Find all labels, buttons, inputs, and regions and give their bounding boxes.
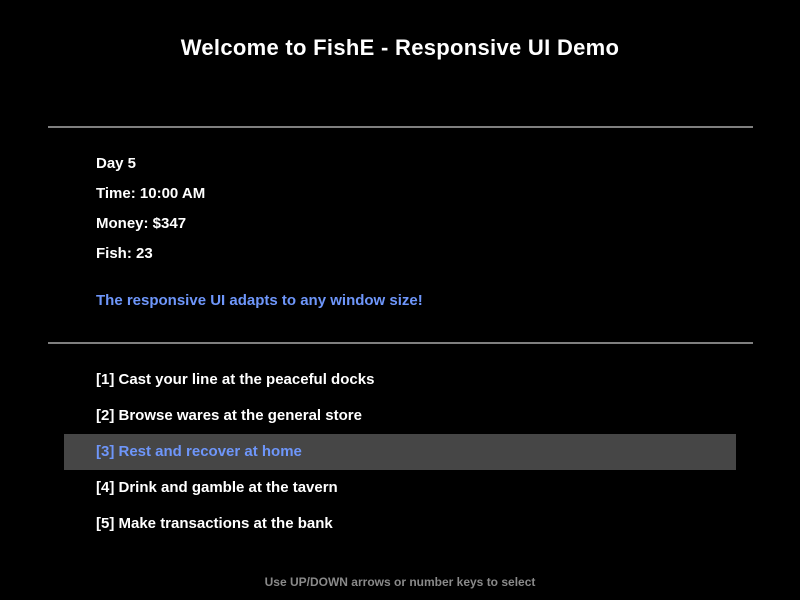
menu-item-home[interactable]: [3] Rest and recover at home bbox=[64, 434, 736, 470]
middle-divider bbox=[48, 342, 753, 344]
controls-hint: Use UP/DOWN arrows or number keys to sel… bbox=[264, 575, 536, 589]
menu-item-label: [4] Drink and gamble at the tavern bbox=[96, 479, 338, 496]
game-title: Welcome to FishE - Responsive UI Demo bbox=[180, 35, 620, 60]
menu-item-label: [3] Rest and recover at home bbox=[96, 443, 302, 460]
menu-item-tavern[interactable]: [4] Drink and gamble at the tavern bbox=[64, 470, 736, 506]
menu-item-store[interactable]: [2] Browse wares at the general store bbox=[64, 398, 736, 434]
menu-item-label: [1] Cast your line at the peaceful docks bbox=[96, 371, 375, 388]
money-stat: Money: $347 bbox=[96, 215, 187, 232]
fish-stat: Fish: 23 bbox=[96, 245, 153, 262]
tagline-message: The responsive UI adapts to any window s… bbox=[96, 292, 423, 309]
menu-item-label: [5] Make transactions at the bank bbox=[96, 515, 333, 532]
top-divider bbox=[48, 126, 753, 128]
menu-item-docks[interactable]: [1] Cast your line at the peaceful docks bbox=[64, 362, 736, 398]
menu-item-bank[interactable]: [5] Make transactions at the bank bbox=[64, 506, 736, 542]
day-stat: Day 5 bbox=[96, 155, 137, 172]
time-stat: Time: 10:00 AM bbox=[96, 185, 206, 202]
menu-item-label: [2] Browse wares at the general store bbox=[96, 407, 362, 424]
